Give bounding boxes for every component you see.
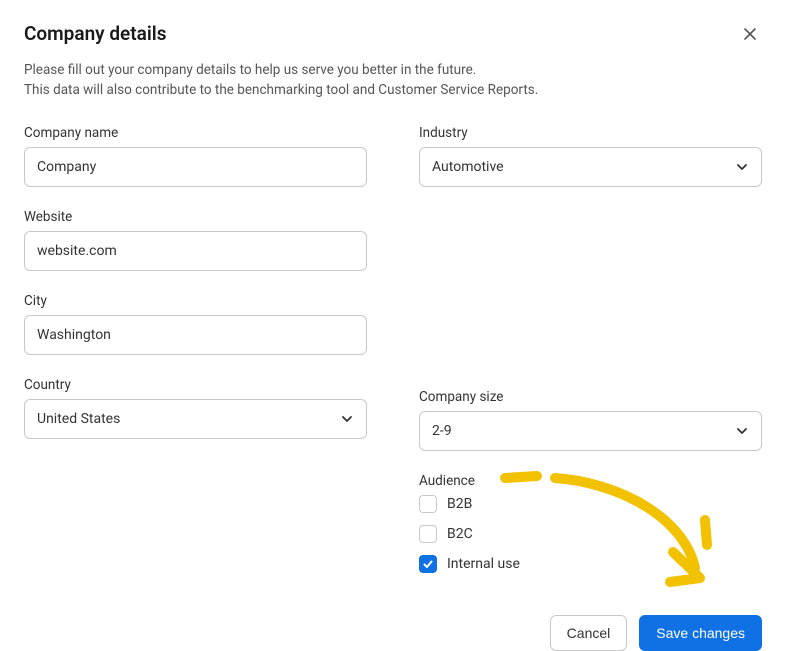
country-label: Country [24,377,367,393]
company-size-label: Company size [419,389,762,405]
website-input[interactable]: website.com [24,231,367,271]
company-name-input[interactable]: Company [24,147,367,187]
industry-select[interactable]: Automotive [419,147,762,187]
chevron-down-icon [735,160,749,174]
industry-label: Industry [419,125,762,141]
city-label: City [24,293,367,309]
close-icon [742,26,758,42]
audience-checkbox-internal-use[interactable]: Internal use [419,555,762,573]
website-label: Website [24,209,367,225]
checkbox-label: B2C [447,526,473,542]
country-select[interactable]: United States [24,399,367,439]
description-line1: Please fill out your company details to … [24,62,476,78]
close-button[interactable] [738,22,762,46]
company-name-value: Company [37,159,96,175]
checkbox-box [419,525,437,543]
country-value: United States [37,411,120,427]
checkbox-label: B2B [447,496,472,512]
city-input[interactable]: Washington [24,315,367,355]
website-value: website.com [37,243,117,259]
industry-value: Automotive [432,159,504,175]
footer-actions: Cancel Save changes [24,615,762,651]
city-value: Washington [37,327,111,343]
chevron-down-icon [735,424,749,438]
checkbox-box-checked [419,555,437,573]
audience-label: Audience [419,473,762,489]
company-name-label: Company name [24,125,367,141]
audience-checkbox-b2c[interactable]: B2C [419,525,762,543]
company-size-value: 2-9 [432,423,452,439]
description-text: Please fill out your company details to … [24,60,762,101]
right-column: Industry Automotive Company size 2-9 Aud… [419,125,762,595]
save-changes-button[interactable]: Save changes [639,615,762,651]
audience-checkbox-b2b[interactable]: B2B [419,495,762,513]
page-title: Company details [24,22,167,45]
checkbox-box [419,495,437,513]
description-line2: This data will also contribute to the be… [24,82,538,98]
cancel-button[interactable]: Cancel [550,615,628,651]
checkbox-label: Internal use [447,556,520,572]
company-size-select[interactable]: 2-9 [419,411,762,451]
chevron-down-icon [340,412,354,426]
left-column: Company name Company Website website.com… [24,125,367,595]
checkmark-icon [422,558,434,570]
